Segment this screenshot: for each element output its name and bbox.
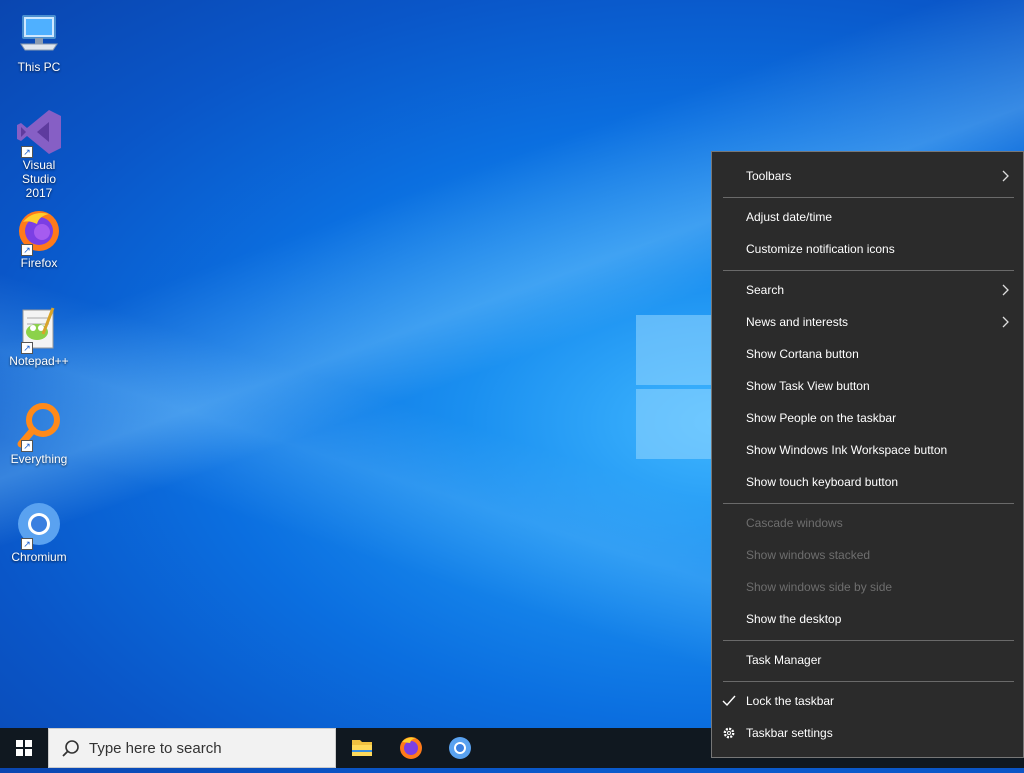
firefox-icon bbox=[400, 737, 422, 759]
menu-item-label: Show windows side by side bbox=[746, 580, 893, 594]
menu-item-show-windows-stacked: Show windows stacked bbox=[712, 540, 1023, 570]
shortcut-arrow-icon: ↗ bbox=[21, 538, 33, 550]
menu-item-label: Lock the taskbar bbox=[746, 694, 835, 708]
windows-start-icon bbox=[16, 740, 32, 756]
taskbar-context-menu[interactable]: Toolbars Adjust date/time Customize noti… bbox=[711, 151, 1024, 758]
desktop-icon-label: Notepad++ bbox=[9, 354, 69, 368]
taskbar-app-chromium[interactable] bbox=[436, 728, 484, 768]
desktop-icon-label: Firefox bbox=[20, 256, 58, 270]
menu-item-label: Show Cortana button bbox=[746, 347, 859, 361]
visual-studio-icon: ↗ bbox=[15, 108, 63, 158]
start-button[interactable] bbox=[0, 728, 48, 768]
menu-item-taskbar-settings[interactable]: Taskbar settings bbox=[712, 718, 1023, 748]
menu-separator bbox=[723, 270, 1014, 271]
menu-item-toolbars[interactable]: Toolbars bbox=[712, 161, 1023, 191]
menu-item-label: Show People on the taskbar bbox=[746, 411, 897, 425]
desktop-icon-notepad-plus-plus[interactable]: ↗ Notepad++ bbox=[6, 304, 72, 368]
computer-icon bbox=[15, 10, 63, 58]
menu-item-label: Cascade windows bbox=[746, 516, 843, 530]
shortcut-arrow-icon: ↗ bbox=[21, 342, 33, 354]
desktop-icon-label: Chromium bbox=[11, 550, 67, 564]
menu-separator bbox=[723, 197, 1014, 198]
menu-item-cascade-windows: Cascade windows bbox=[712, 508, 1023, 538]
desktop-icon-label: Everything bbox=[10, 452, 68, 466]
chevron-right-icon bbox=[1002, 316, 1009, 328]
menu-item-task-manager[interactable]: Task Manager bbox=[712, 645, 1023, 675]
menu-item-label: Customize notification icons bbox=[746, 242, 895, 256]
menu-separator bbox=[723, 640, 1014, 641]
firefox-icon: ↗ bbox=[15, 206, 63, 256]
menu-item-label: Taskbar settings bbox=[746, 726, 833, 740]
everything-search-icon: ↗ bbox=[15, 402, 63, 452]
menu-item-label: Show windows stacked bbox=[746, 548, 871, 562]
menu-item-label: Show Task View button bbox=[746, 379, 870, 393]
menu-item-show-cortana-button[interactable]: Show Cortana button bbox=[712, 339, 1023, 369]
menu-item-label: Show touch keyboard button bbox=[746, 475, 899, 489]
chromium-icon: ↗ bbox=[15, 500, 63, 550]
search-icon bbox=[62, 740, 79, 757]
menu-item-show-people-on-taskbar[interactable]: Show People on the taskbar bbox=[712, 403, 1023, 433]
menu-item-label: Toolbars bbox=[746, 169, 792, 183]
gear-icon bbox=[723, 727, 735, 739]
menu-item-label: Search bbox=[746, 283, 785, 297]
checkmark-icon bbox=[722, 695, 736, 707]
desktop-icon-chromium[interactable]: ↗ Chromium bbox=[6, 500, 72, 564]
wallpaper-windows-logo bbox=[636, 305, 716, 459]
desktop-icon-visual-studio[interactable]: ↗ Visual Studio 2017 bbox=[6, 108, 72, 200]
file-explorer-icon bbox=[352, 740, 372, 756]
shortcut-arrow-icon: ↗ bbox=[21, 440, 33, 452]
menu-item-show-windows-ink-workspace-button[interactable]: Show Windows Ink Workspace button bbox=[712, 435, 1023, 465]
desktop-icon-label: Visual Studio bbox=[21, 158, 57, 186]
chevron-right-icon bbox=[1002, 284, 1009, 296]
menu-item-label: Show Windows Ink Workspace button bbox=[746, 443, 948, 457]
menu-item-show-task-view-button[interactable]: Show Task View button bbox=[712, 371, 1023, 401]
menu-item-show-windows-side-by-side: Show windows side by side bbox=[712, 572, 1023, 602]
menu-item-label: Show the desktop bbox=[746, 612, 842, 626]
search-placeholder: Type here to search bbox=[89, 740, 222, 757]
desktop-icon-label: This PC bbox=[17, 60, 61, 74]
taskbar-app-file-explorer[interactable] bbox=[338, 728, 386, 768]
notepad-plus-plus-icon: ↗ bbox=[15, 304, 63, 354]
desktop-icon-label: 2017 bbox=[25, 186, 53, 200]
chevron-right-icon bbox=[1002, 170, 1009, 182]
desktop-icon-firefox[interactable]: ↗ Firefox bbox=[6, 206, 72, 270]
menu-item-show-touch-keyboard-button[interactable]: Show touch keyboard button bbox=[712, 467, 1023, 497]
taskbar-search-box[interactable]: Type here to search bbox=[48, 728, 336, 768]
menu-item-label: News and interests bbox=[746, 315, 849, 329]
desktop-icon-everything[interactable]: ↗ Everything bbox=[6, 402, 72, 466]
taskbar-app-firefox[interactable] bbox=[387, 728, 435, 768]
menu-item-lock-the-taskbar[interactable]: Lock the taskbar bbox=[712, 686, 1023, 716]
chromium-icon bbox=[449, 737, 471, 759]
shortcut-arrow-icon: ↗ bbox=[21, 244, 33, 256]
desktop-icon-this-pc[interactable]: This PC bbox=[6, 10, 72, 74]
menu-item-label: Adjust date/time bbox=[746, 210, 833, 224]
menu-item-adjust-date-time[interactable]: Adjust date/time bbox=[712, 202, 1023, 232]
menu-item-label: Task Manager bbox=[746, 653, 822, 667]
menu-item-show-the-desktop[interactable]: Show the desktop bbox=[712, 604, 1023, 634]
menu-separator bbox=[723, 681, 1014, 682]
menu-item-news-and-interests[interactable]: News and interests bbox=[712, 307, 1023, 337]
menu-item-search[interactable]: Search bbox=[712, 275, 1023, 305]
menu-item-customize-notification-icons[interactable]: Customize notification icons bbox=[712, 234, 1023, 264]
menu-separator bbox=[723, 503, 1014, 504]
shortcut-arrow-icon: ↗ bbox=[21, 146, 33, 158]
